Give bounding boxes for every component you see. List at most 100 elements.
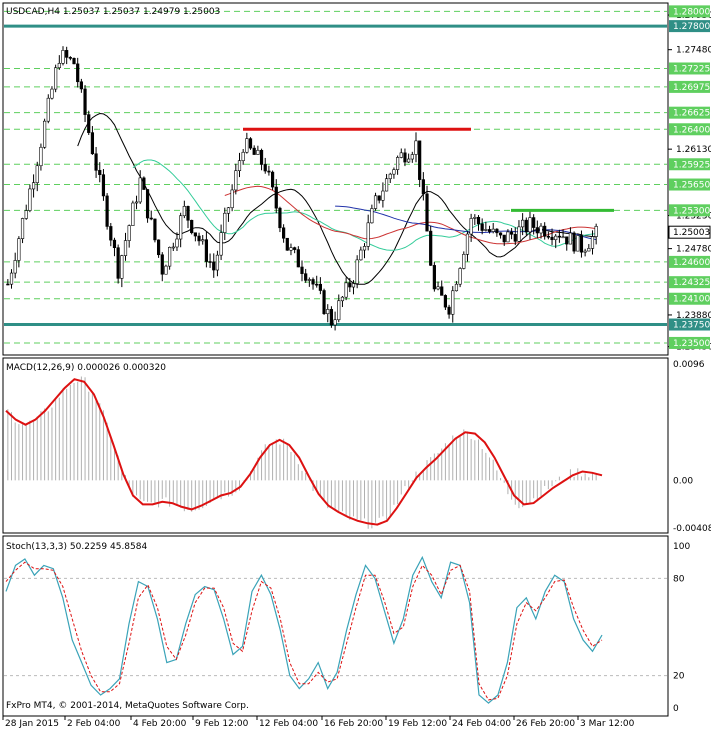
candle-body <box>362 246 367 251</box>
footer-copyright: FxPro MT4, © 2001-2014, MetaQuotes Softw… <box>6 701 249 711</box>
time-tick-label: 28 Jan 2015 <box>5 719 59 729</box>
candle-body <box>473 216 477 219</box>
candle-body <box>285 237 289 251</box>
candle-body <box>259 149 264 165</box>
candle-body <box>168 247 172 267</box>
candle-body <box>543 225 547 237</box>
level-label: 1.24325 <box>673 278 710 288</box>
candle-body <box>274 186 278 209</box>
time-tick-label: 4 Feb 20:00 <box>133 719 187 729</box>
candle-body <box>326 309 330 315</box>
candle-body <box>451 290 455 315</box>
candle-body <box>204 239 208 262</box>
level-label: 1.24100 <box>673 295 710 305</box>
time-tick-label: 12 Feb 04:00 <box>259 719 318 729</box>
price-tick-label: 1.27480 <box>676 46 711 56</box>
candle-body <box>98 170 102 175</box>
candle-body <box>454 283 459 292</box>
candle-body <box>565 236 569 245</box>
candle-body <box>572 232 576 252</box>
candle-body <box>123 240 128 256</box>
candle-body <box>462 253 466 269</box>
candle-body <box>57 63 61 69</box>
candle-body <box>87 114 91 133</box>
candle-body <box>396 157 400 170</box>
candle-body <box>83 88 87 115</box>
candle-body <box>359 249 363 261</box>
candle-body <box>384 178 389 192</box>
candle-body <box>72 57 76 65</box>
candle-body <box>418 140 422 180</box>
candle-body <box>24 210 28 219</box>
candle-body <box>212 261 216 271</box>
level-label: 1.25300 <box>673 206 710 216</box>
candle-body <box>149 217 153 220</box>
candle-body <box>142 177 146 190</box>
candle-body <box>517 226 521 242</box>
level-label: 1.23750 <box>673 321 710 331</box>
candle-body <box>524 219 528 233</box>
candle-body <box>160 254 164 275</box>
time-tick-label: 19 Feb 12:00 <box>388 719 447 729</box>
candle-body <box>532 217 536 228</box>
candle-body <box>476 216 481 225</box>
candle-body <box>366 222 370 247</box>
candle-body <box>101 174 106 197</box>
time-tick-label: 2 Feb 04:00 <box>67 719 121 729</box>
candle-body <box>388 173 392 180</box>
candle-body <box>579 235 584 253</box>
symbol-header: USDCAD,H4 1.25037 1.25037 1.24979 1.2500… <box>6 7 220 17</box>
candle-body <box>521 219 525 228</box>
candle-body <box>546 235 550 238</box>
level-label: 1.25650 <box>673 181 710 191</box>
candle-body <box>407 158 411 163</box>
candle-body <box>348 282 352 288</box>
candle-body <box>425 193 429 232</box>
level-label: 1.27225 <box>673 64 710 74</box>
candle-body <box>587 248 591 252</box>
candle-body <box>94 153 98 171</box>
candle-body <box>333 319 337 326</box>
price-tick-label: 1.26130 <box>676 145 711 155</box>
candle-body <box>429 230 433 266</box>
candle-body <box>337 300 341 321</box>
macd-tick-label: 0.00 <box>673 476 693 486</box>
candle-body <box>535 227 539 234</box>
candle-body <box>403 152 407 163</box>
candle-body <box>28 188 32 211</box>
candle-body <box>134 201 139 204</box>
candle-body <box>256 149 260 155</box>
candle-body <box>436 286 440 290</box>
candle-body <box>539 225 543 234</box>
candle-body <box>554 235 558 241</box>
candle-body <box>171 246 175 249</box>
candle-body <box>226 207 231 214</box>
level-label: 1.25925 <box>673 160 710 170</box>
candle-body <box>186 206 190 221</box>
candle-body <box>300 266 304 274</box>
candle-body <box>219 232 223 256</box>
candle-body <box>443 295 448 308</box>
candle-body <box>381 190 385 201</box>
candle-body <box>197 235 201 242</box>
level-label: 1.26625 <box>673 109 710 119</box>
candle-body <box>576 235 580 252</box>
macd-label: MACD(12,26,9) 0.000026 0.000320 <box>6 363 166 373</box>
candle-body <box>230 189 234 209</box>
candle-body <box>414 140 418 155</box>
candle-body <box>528 217 532 233</box>
candle-body <box>590 236 595 249</box>
candle-body <box>469 218 473 235</box>
candle-body <box>127 225 131 241</box>
candle-body <box>440 286 444 296</box>
candle-body <box>179 215 183 240</box>
macd-tick-label: 0.0096 <box>673 360 705 370</box>
stoch-tick-label: 80 <box>673 574 685 584</box>
time-tick-label: 3 Mar 12:00 <box>580 719 635 729</box>
candle-body <box>252 147 256 155</box>
candle-body <box>35 165 39 183</box>
candle-body <box>223 212 227 233</box>
candle-body <box>307 279 311 281</box>
candle-body <box>43 120 47 148</box>
candle-body <box>61 50 65 64</box>
